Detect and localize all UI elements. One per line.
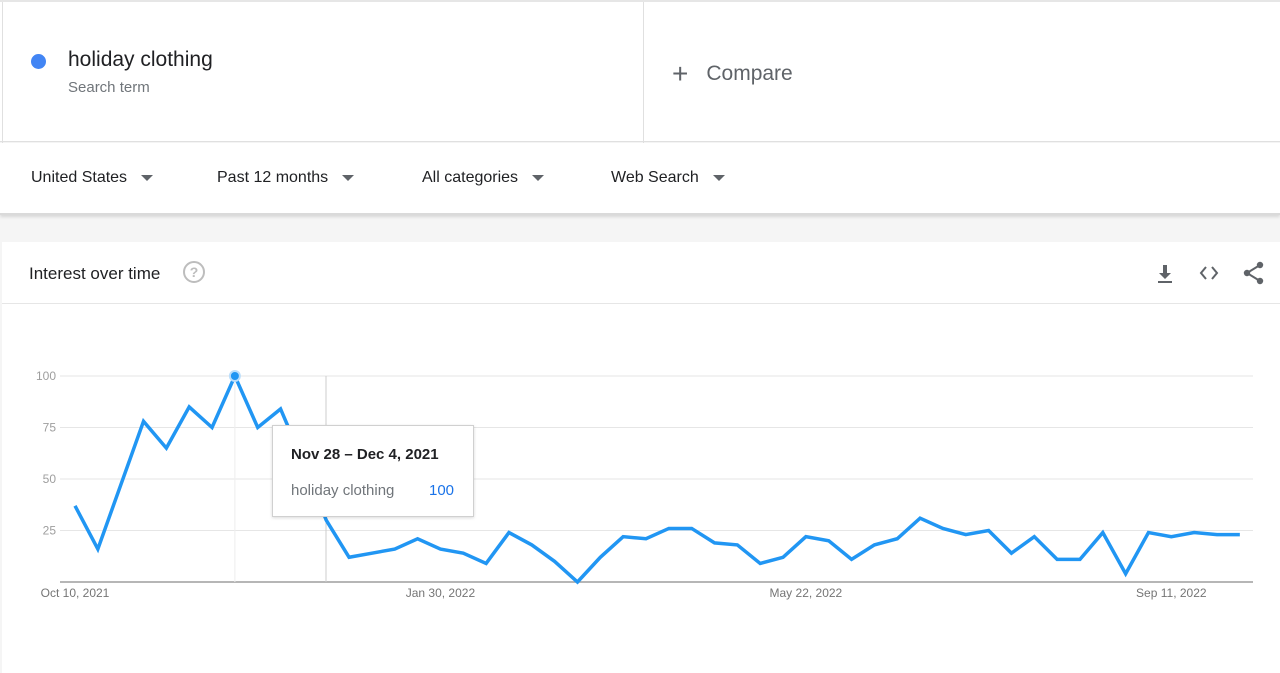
caret-down-icon: [342, 175, 355, 181]
filter-search-type[interactable]: Web Search: [611, 169, 725, 187]
caret-down-icon: [141, 175, 154, 181]
tooltip-date: Nov 28 – Dec 4, 2021: [291, 446, 439, 463]
plus-icon: +: [672, 58, 689, 89]
card-header: Interest over time ?: [2, 242, 1280, 304]
card-title: Interest over time: [29, 264, 161, 283]
filter-label: United States: [31, 169, 128, 186]
filters-bar: United States Past 12 months All categor…: [0, 143, 1280, 215]
search-terms-bar: holiday clothing Search term + Compare: [0, 0, 1280, 143]
search-term-card[interactable]: holiday clothing Search term: [2, 2, 644, 143]
series-color-dot: [31, 54, 46, 69]
tooltip-value: 100: [429, 482, 455, 499]
caret-down-icon: [712, 175, 725, 181]
help-icon[interactable]: ?: [183, 261, 205, 283]
compare-button[interactable]: + Compare: [672, 60, 793, 88]
filter-label: All categories: [422, 169, 519, 186]
interest-over-time-card: Interest over time ?: [2, 242, 1280, 673]
filter-region[interactable]: United States: [31, 169, 154, 187]
caret-down-icon: [532, 175, 545, 181]
filter-category[interactable]: All categories: [422, 169, 545, 187]
download-icon[interactable]: [1152, 260, 1178, 286]
compare-label: Compare: [706, 62, 793, 85]
filter-label: Past 12 months: [217, 169, 329, 186]
filter-time-range[interactable]: Past 12 months: [217, 169, 355, 187]
search-term-name[interactable]: holiday clothing: [68, 48, 213, 72]
tooltip-term: holiday clothing: [291, 482, 395, 499]
filter-label: Web Search: [611, 169, 699, 186]
search-term-label: Search term: [68, 79, 150, 96]
embed-icon[interactable]: [1196, 260, 1222, 286]
chart-tooltip: Nov 28 – Dec 4, 2021 holiday clothing 10…: [272, 425, 474, 517]
share-icon[interactable]: [1241, 260, 1267, 286]
